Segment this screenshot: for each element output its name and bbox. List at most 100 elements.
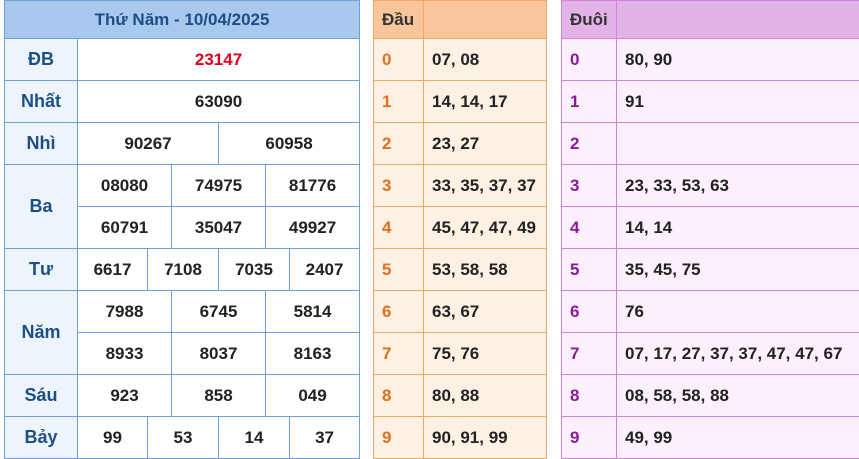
dau-values: 53, 58, 58 <box>424 249 547 291</box>
duoi-row: 535, 45, 75 <box>562 249 859 291</box>
duoi-values: 14, 14 <box>617 207 859 249</box>
dau-digit: 0 <box>374 39 424 81</box>
duoi-row: 414, 14 <box>562 207 859 249</box>
row-sau: Sáu 923 858 049 <box>5 375 360 417</box>
prize-value-nam-4: 8933 <box>78 333 172 375</box>
prize-value-nam-2: 6745 <box>172 291 266 333</box>
dau-table: Đầu 007, 08 114, 14, 17 223, 27 333, 35,… <box>373 0 547 459</box>
dau-values: 80, 88 <box>424 375 547 417</box>
duoi-values: 49, 99 <box>617 417 859 459</box>
results-table: Thứ Năm - 10/04/2025 ĐB 23147 Nhất 63090… <box>4 0 360 459</box>
duoi-row: 949, 99 <box>562 417 859 459</box>
row-ba-1: Ba 08080 74975 81776 <box>5 165 360 207</box>
duoi-digit: 9 <box>562 417 617 459</box>
duoi-digit: 0 <box>562 39 617 81</box>
prize-value-nhi-1: 90267 <box>78 123 219 165</box>
duoi-values: 35, 45, 75 <box>617 249 859 291</box>
dau-row: 445, 47, 47, 49 <box>374 207 547 249</box>
dau-digit: 3 <box>374 165 424 207</box>
dau-row: 880, 88 <box>374 375 547 417</box>
row-bay: Bảy 99 53 14 37 <box>5 417 360 459</box>
row-nhat: Nhất 63090 <box>5 81 360 123</box>
duoi-digit: 2 <box>562 123 617 165</box>
prize-value-ba-2: 74975 <box>172 165 266 207</box>
dau-row: 990, 91, 99 <box>374 417 547 459</box>
dau-digit: 6 <box>374 291 424 333</box>
dau-digit: 9 <box>374 417 424 459</box>
dau-row: 553, 58, 58 <box>374 249 547 291</box>
prize-value-tu-2: 7108 <box>148 249 219 291</box>
duoi-values: 80, 90 <box>617 39 859 81</box>
prize-value-nam-6: 8163 <box>266 333 360 375</box>
dau-digit: 2 <box>374 123 424 165</box>
dau-row: 114, 14, 17 <box>374 81 547 123</box>
duoi-digit: 4 <box>562 207 617 249</box>
dau-values: 90, 91, 99 <box>424 417 547 459</box>
duoi-row: 191 <box>562 81 859 123</box>
duoi-digit: 8 <box>562 375 617 417</box>
duoi-digit: 7 <box>562 333 617 375</box>
dau-values: 45, 47, 47, 49 <box>424 207 547 249</box>
prize-value-nam-1: 7988 <box>78 291 172 333</box>
prize-value-ba-4: 60791 <box>78 207 172 249</box>
dau-digit: 1 <box>374 81 424 123</box>
dau-values: 07, 08 <box>424 39 547 81</box>
prize-value-tu-1: 6617 <box>78 249 148 291</box>
dau-values: 33, 35, 37, 37 <box>424 165 547 207</box>
row-db: ĐB 23147 <box>5 39 360 81</box>
dau-header-blank <box>424 1 547 39</box>
dau-row: 333, 35, 37, 37 <box>374 165 547 207</box>
dau-row: 223, 27 <box>374 123 547 165</box>
duoi-values: 91 <box>617 81 859 123</box>
duoi-values <box>617 123 859 165</box>
prize-value-sau-1: 923 <box>78 375 172 417</box>
duoi-digit: 5 <box>562 249 617 291</box>
row-nam-1: Năm 7988 6745 5814 <box>5 291 360 333</box>
prize-value-nam-3: 5814 <box>266 291 360 333</box>
dau-header: Đầu <box>374 1 424 39</box>
duoi-digit: 3 <box>562 165 617 207</box>
dau-values: 14, 14, 17 <box>424 81 547 123</box>
prize-label-bay: Bảy <box>5 417 78 459</box>
duoi-row: 808, 58, 58, 88 <box>562 375 859 417</box>
duoi-digit: 1 <box>562 81 617 123</box>
duoi-values: 76 <box>617 291 859 333</box>
prize-value-nam-5: 8037 <box>172 333 266 375</box>
prize-value-tu-4: 2407 <box>290 249 360 291</box>
duoi-row: 323, 33, 53, 63 <box>562 165 859 207</box>
prize-value-ba-5: 35047 <box>172 207 266 249</box>
prize-value-bay-4: 37 <box>290 417 360 459</box>
dau-digit: 8 <box>374 375 424 417</box>
results-title: Thứ Năm - 10/04/2025 <box>5 1 360 39</box>
dau-values: 75, 76 <box>424 333 547 375</box>
row-tu: Tư 6617 7108 7035 2407 <box>5 249 360 291</box>
duoi-header-blank <box>617 1 859 39</box>
dau-values: 23, 27 <box>424 123 547 165</box>
dau-row: 007, 08 <box>374 39 547 81</box>
duoi-row: 2 <box>562 123 859 165</box>
dau-row: 663, 67 <box>374 291 547 333</box>
prize-value-tu-3: 7035 <box>219 249 290 291</box>
duoi-values: 07, 17, 27, 37, 37, 47, 47, 67 <box>617 333 859 375</box>
prize-label-nam: Năm <box>5 291 78 375</box>
prize-label-ba: Ba <box>5 165 78 249</box>
prize-label-tu: Tư <box>5 249 78 291</box>
duoi-row: 707, 17, 27, 37, 37, 47, 47, 67 <box>562 333 859 375</box>
prize-value-bay-2: 53 <box>148 417 219 459</box>
prize-value-bay-3: 14 <box>219 417 290 459</box>
prize-value-nhi-2: 60958 <box>219 123 360 165</box>
prize-value-sau-3: 049 <box>266 375 360 417</box>
dau-digit: 5 <box>374 249 424 291</box>
prize-value-ba-1: 08080 <box>78 165 172 207</box>
prize-value-ba-3: 81776 <box>266 165 360 207</box>
prize-value-bay-1: 99 <box>78 417 148 459</box>
duoi-table: Đuôi 080, 90 191 2 323, 33, 53, 63 414, … <box>561 0 859 459</box>
duoi-digit: 6 <box>562 291 617 333</box>
prize-value-sau-2: 858 <box>172 375 266 417</box>
dau-digit: 7 <box>374 333 424 375</box>
duoi-values: 08, 58, 58, 88 <box>617 375 859 417</box>
duoi-row: 080, 90 <box>562 39 859 81</box>
prize-label-db: ĐB <box>5 39 78 81</box>
dau-values: 63, 67 <box>424 291 547 333</box>
prize-value-nhat: 63090 <box>78 81 360 123</box>
